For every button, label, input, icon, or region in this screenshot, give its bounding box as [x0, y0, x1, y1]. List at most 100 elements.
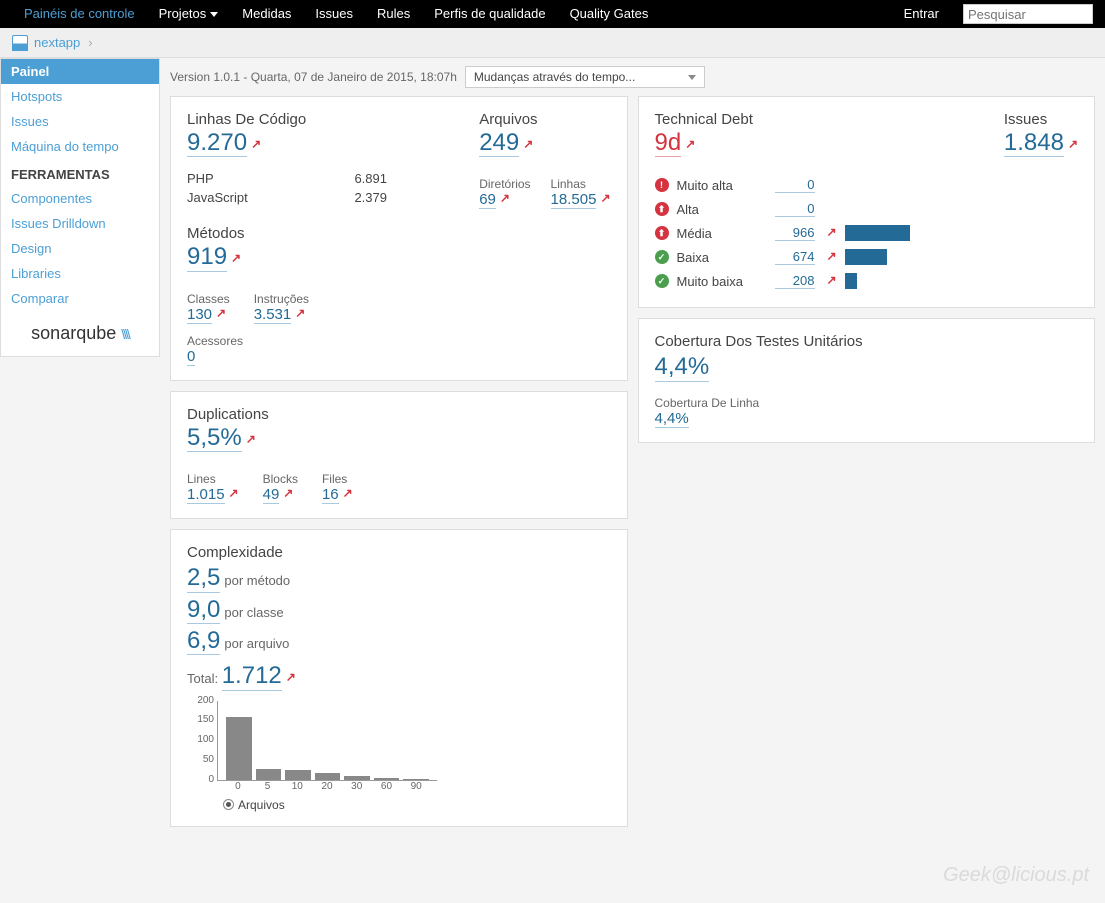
files-value[interactable]: 249 — [479, 130, 519, 157]
chart-bar — [226, 717, 252, 780]
chart-legend-label: Arquivos — [238, 798, 285, 812]
sidebar-item[interactable]: Máquina do tempo — [1, 134, 159, 159]
cplx-per-file[interactable]: 6,9 — [187, 628, 220, 655]
nav-item[interactable]: Quality Gates — [558, 0, 661, 28]
version-text: Version 1.0.1 - Quarta, 07 de Janeiro de… — [170, 70, 457, 84]
breadcrumb-project[interactable]: nextapp — [34, 35, 80, 50]
sidebar-tool-item[interactable]: Libraries — [1, 261, 159, 286]
chart-ytick: 200 — [188, 695, 214, 706]
accessors-title: Acessores — [187, 334, 611, 348]
sidebar: PainelHotspotsIssuesMáquina do tempo FER… — [0, 58, 160, 357]
cplx-per-class[interactable]: 9,0 — [187, 597, 220, 624]
cplx-per-method[interactable]: 2,5 — [187, 565, 220, 592]
dup-lines-value[interactable]: 1.015 — [187, 486, 225, 504]
severity-bar — [845, 249, 887, 265]
chart-bar — [403, 779, 429, 780]
severity-icon: ✓ — [655, 250, 669, 264]
dup-value[interactable]: 5,5% — [187, 425, 242, 452]
severity-row: ✓ Baixa 674 — [655, 245, 1079, 269]
nav-item[interactable]: Projetos — [147, 0, 231, 28]
trend-up-icon — [1068, 137, 1078, 151]
accessors-value[interactable]: 0 — [187, 348, 195, 366]
dup-lines-title: Lines — [187, 472, 239, 486]
cplx-per-class-label: por classe — [224, 605, 283, 620]
trend-up-icon — [600, 191, 610, 205]
severity-count[interactable]: 0 — [775, 201, 815, 217]
trend-up-icon — [343, 486, 353, 500]
chart-legend[interactable]: Arquivos — [223, 798, 611, 812]
trend-up-icon — [295, 306, 305, 320]
sidebar-item[interactable]: Hotspots — [1, 84, 159, 109]
sidebar-tool-item[interactable]: Comparar — [1, 286, 159, 311]
chevron-right-icon: › — [88, 35, 92, 50]
coverage-value[interactable]: 4,4% — [655, 354, 710, 381]
stmts-value[interactable]: 3.531 — [254, 306, 292, 324]
line-coverage-value[interactable]: 4,4% — [655, 410, 689, 428]
nav-item[interactable]: Issues — [303, 0, 365, 28]
sidebar-tool-item[interactable]: Componentes — [1, 186, 159, 211]
severity-row: ⬆Média966 — [655, 221, 1079, 245]
cplx-per-method-label: por método — [224, 573, 290, 588]
login-link[interactable]: Entrar — [892, 0, 951, 28]
nav-item[interactable]: Painéis de controle — [12, 0, 147, 28]
dirs-title: Diretórios — [479, 177, 530, 191]
severity-count[interactable]: 966 — [775, 225, 815, 241]
severity-label: Muito alta — [677, 178, 767, 193]
lang-value: 6.891 — [354, 171, 387, 186]
language-row: JavaScript2.379 — [187, 188, 387, 207]
chart-xtick: 30 — [344, 781, 370, 792]
sidebar-tool-item[interactable]: Issues Drilldown — [1, 211, 159, 236]
methods-value[interactable]: 919 — [187, 244, 227, 271]
sidebar-tool-item[interactable]: Design — [1, 236, 159, 261]
dup-blocks-value[interactable]: 49 — [263, 486, 280, 504]
loc-title: Linhas De Código — [187, 111, 449, 128]
trend-up-icon — [231, 251, 241, 265]
issues-value[interactable]: 1.848 — [1004, 130, 1064, 157]
dup-files-value[interactable]: 16 — [322, 486, 339, 504]
severity-count[interactable]: 0 — [775, 177, 815, 193]
severity-label: Baixa — [677, 250, 767, 265]
stmts-title: Instruções — [254, 292, 309, 306]
watermark: Geek@licious.pt — [943, 864, 1089, 887]
chart-bar — [285, 770, 311, 780]
coverage-card: Cobertura Dos Testes Unitários 4,4% Cobe… — [638, 318, 1096, 442]
severity-label: Muito baixa — [677, 274, 767, 289]
nav-item[interactable]: Perfis de qualidade — [422, 0, 557, 28]
lang-value: 2.379 — [354, 190, 387, 205]
trend-up-icon — [286, 670, 296, 684]
severity-row: ✓Muito baixa208 — [655, 269, 1079, 293]
complexity-card: Complexidade 2,5por método 9,0por classe… — [170, 529, 628, 827]
sidebar-item[interactable]: Painel — [1, 59, 159, 84]
chart-xtick: 10 — [284, 781, 310, 792]
loc-value[interactable]: 9.270 — [187, 130, 247, 157]
chart-xtick: 5 — [255, 781, 281, 792]
chart-xtick: 20 — [314, 781, 340, 792]
dirs-value[interactable]: 69 — [479, 191, 496, 209]
severity-count[interactable]: 208 — [775, 273, 815, 289]
search-input[interactable] — [963, 4, 1093, 24]
classes-value[interactable]: 130 — [187, 306, 212, 324]
dup-title: Duplications — [187, 406, 611, 423]
sidebar-item[interactable]: Issues — [1, 109, 159, 134]
trend-up-icon — [216, 306, 226, 320]
severity-count[interactable]: 674 — [775, 249, 815, 265]
chart-bar — [374, 778, 400, 780]
cplx-total-label: Total: — [187, 671, 218, 686]
time-changes-dropdown[interactable]: Mudanças através do tempo... — [465, 66, 705, 88]
methods-title: Métodos — [187, 225, 611, 242]
debt-value[interactable]: 9d — [655, 130, 682, 157]
files-title: Arquivos — [479, 111, 610, 128]
lines-value[interactable]: 18.505 — [551, 191, 597, 209]
main-content: Version 1.0.1 - Quarta, 07 de Janeiro de… — [160, 58, 1105, 835]
radio-icon[interactable] — [223, 799, 234, 810]
chart-bar — [344, 776, 370, 780]
severity-icon: ⬆ — [655, 226, 669, 240]
trend-up-icon — [283, 486, 293, 500]
severity-row: ⬆Alta0 — [655, 197, 1079, 221]
cplx-per-file-label: por arquivo — [224, 636, 289, 651]
nav-item[interactable]: Rules — [365, 0, 422, 28]
nav-item[interactable]: Medidas — [230, 0, 303, 28]
lines-title: Linhas — [551, 177, 611, 191]
chart-ytick: 0 — [188, 774, 214, 785]
cplx-total[interactable]: 1.712 — [222, 663, 282, 690]
